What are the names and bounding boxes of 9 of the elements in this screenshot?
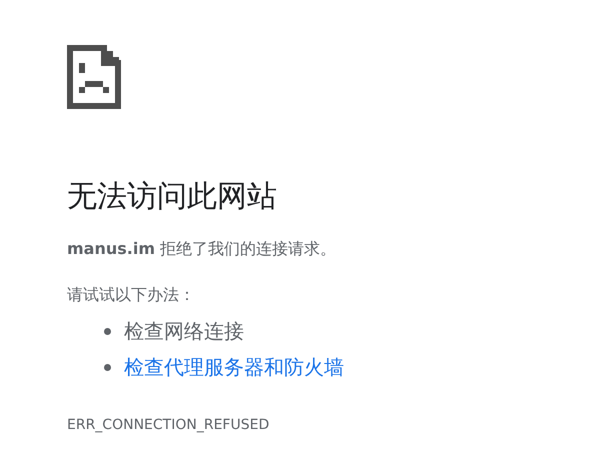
error-message: manus.im 拒绝了我们的连接请求。 — [67, 238, 338, 260]
suggestion-link[interactable]: 检查代理服务器和防火墙 — [124, 354, 344, 380]
suggestions-heading: 请试试以下办法： — [67, 284, 196, 306]
error-code: ERR_CONNECTION_REFUSED — [67, 417, 270, 433]
sad-page-icon — [67, 45, 121, 109]
bullet-icon — [104, 328, 111, 334]
error-title: 无法访问此网站 — [67, 178, 278, 216]
bullet-icon — [104, 364, 111, 370]
suggestion-text: 检查网络连接 — [124, 318, 244, 344]
